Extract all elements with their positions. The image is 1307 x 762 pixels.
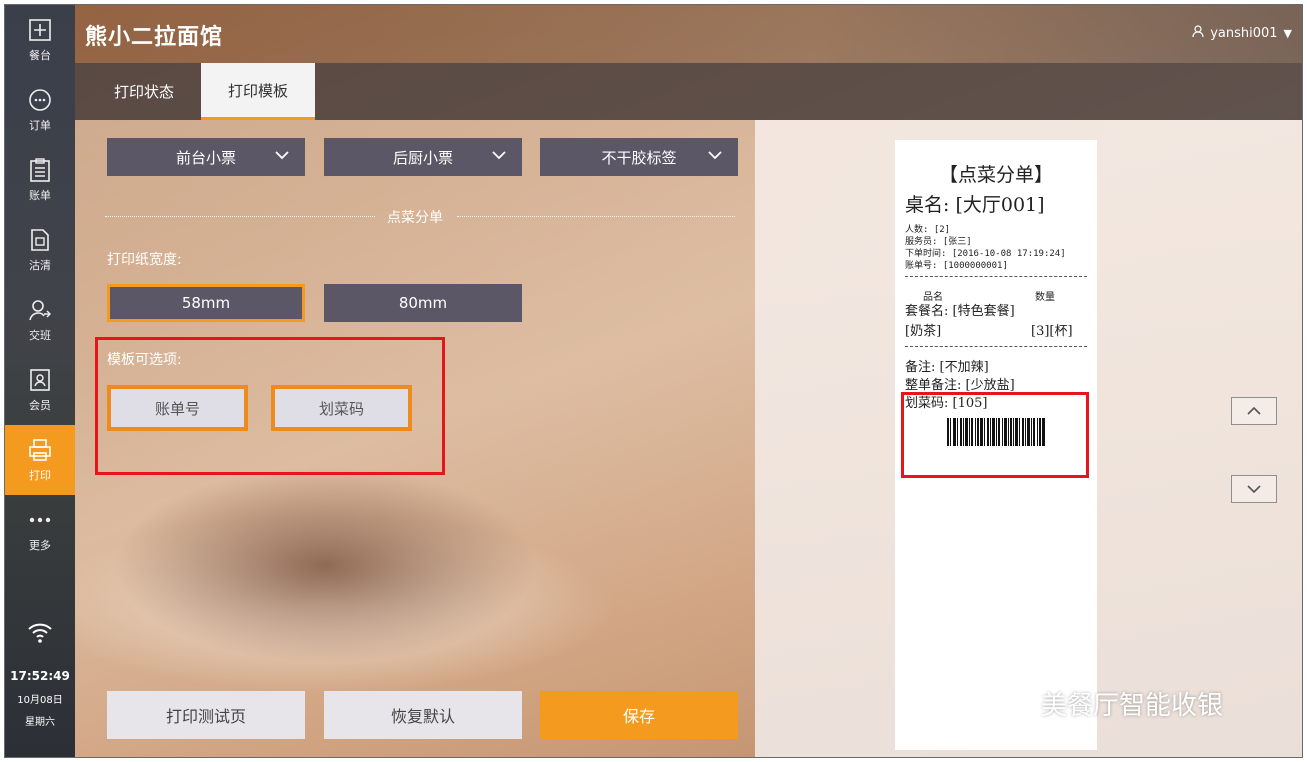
- clock-date: 10月08日: [17, 695, 63, 706]
- member-card-icon: [27, 367, 53, 393]
- wechat-icon: [988, 687, 1031, 719]
- plus-square-icon: [27, 17, 53, 43]
- restore-default-button[interactable]: 恢复默认: [324, 691, 522, 739]
- tab-bar: 打印状态 打印模板: [75, 63, 1302, 120]
- chevron-down-icon: [1247, 485, 1261, 494]
- username: yanshi001: [1210, 26, 1278, 41]
- clock-weekday: 星期六: [25, 717, 55, 728]
- receipt-order-note: 整单备注: [少放盐]: [905, 378, 1015, 393]
- user-icon: [1192, 25, 1204, 42]
- dropdown-kitchen-receipt[interactable]: 后厨小票: [324, 138, 522, 176]
- chevron-down-icon: [708, 151, 722, 160]
- paper-width-label: 打印纸宽度:: [107, 252, 182, 268]
- sidebar-item-label: 会员: [29, 399, 51, 412]
- sidebar-item-label: 餐台: [29, 49, 51, 62]
- paper-58mm-button[interactable]: 58mm: [107, 284, 305, 322]
- top-header: 熊小二拉面馆 yanshi001 ▼: [75, 5, 1302, 63]
- clock-time: 17:52:49: [10, 669, 70, 683]
- sidebar-item-label: 沽清: [29, 259, 51, 272]
- sidebar-item-label: 交班: [29, 329, 51, 342]
- sidebar-item-tables[interactable]: 餐台: [5, 5, 75, 75]
- printer-icon: [27, 437, 53, 463]
- section-divider: 点菜分单: [105, 207, 735, 227]
- wifi-icon: [25, 617, 55, 647]
- section-label: 点菜分单: [387, 210, 443, 226]
- sidebar-item-label: 更多: [29, 539, 51, 552]
- receipt-separator: [905, 346, 1087, 347]
- divider-line: [105, 216, 375, 217]
- app-window: 餐台 订单 账单 沽清 交班 会员 打印 更多 17:52:49 10月08日 …: [4, 4, 1303, 758]
- print-test-page-button[interactable]: 打印测试页: [107, 691, 305, 739]
- chevron-down-icon: [275, 151, 289, 160]
- receipt-set-meal: 套餐名: [特色套餐]: [905, 304, 1015, 319]
- receipt-note: 备注: [不加辣]: [905, 360, 989, 375]
- receipt-item-qty: [3][杯]: [1031, 324, 1073, 339]
- sidebar-item-members[interactable]: 会员: [5, 355, 75, 425]
- paper-80mm-button[interactable]: 80mm: [324, 284, 522, 322]
- receipt-title: 【点菜分单】: [938, 164, 1053, 186]
- scroll-up-button[interactable]: [1231, 397, 1277, 425]
- save-button[interactable]: 保存: [540, 691, 738, 739]
- document-icon: [27, 227, 53, 253]
- receipt-table-name: 桌名: [大厅001]: [905, 194, 1045, 216]
- more-dots-icon: [27, 507, 53, 533]
- receipt-bill-number: 账单号: [1000000001]: [905, 261, 1008, 271]
- sidebar-item-label: 订单: [29, 119, 51, 132]
- user-switch-icon: [27, 297, 53, 323]
- sidebar-item-label: 打印: [29, 469, 51, 482]
- watermark-text: 美餐厅智能收银: [1041, 691, 1224, 721]
- option-dish-code[interactable]: 划菜码: [271, 385, 412, 431]
- divider-line: [457, 216, 735, 217]
- sidebar-item-more[interactable]: 更多: [5, 495, 75, 565]
- chat-bubble-icon: [27, 87, 53, 113]
- chevron-down-icon: [492, 151, 506, 160]
- sidebar-item-orders[interactable]: 订单: [5, 75, 75, 145]
- tab-print-status[interactable]: 打印状态: [87, 63, 201, 120]
- sidebar-item-label: 账单: [29, 189, 51, 202]
- caret-down-icon: ▼: [1283, 27, 1292, 40]
- sidebar-nav: 餐台 订单 账单 沽清 交班 会员 打印 更多 17:52:49 10月08日 …: [5, 5, 75, 757]
- sidebar-item-bills[interactable]: 账单: [5, 145, 75, 215]
- sidebar-item-print[interactable]: 打印: [5, 425, 75, 495]
- dropdown-front-receipt[interactable]: 前台小票: [107, 138, 305, 176]
- sidebar-item-soldout[interactable]: 沽清: [5, 215, 75, 285]
- scroll-down-button[interactable]: [1231, 475, 1277, 503]
- receipt-item-name: [奶茶]: [905, 324, 942, 339]
- clipboard-list-icon: [27, 157, 53, 183]
- tab-print-template[interactable]: 打印模板: [201, 63, 315, 120]
- main-area: 熊小二拉面馆 yanshi001 ▼ 打印状态 打印模板 前台小票 后厨小票 不…: [75, 5, 1302, 757]
- dropdown-label: 后厨小票: [392, 148, 453, 167]
- dropdown-sticker-label[interactable]: 不干胶标签: [540, 138, 738, 176]
- receipt-col-qty: 数量: [1035, 292, 1055, 303]
- watermark: 美餐厅智能收银: [987, 685, 1223, 722]
- option-bill-number[interactable]: 账单号: [107, 385, 248, 431]
- user-menu[interactable]: yanshi001 ▼: [1192, 25, 1292, 42]
- dropdown-label: 前台小票: [175, 148, 236, 167]
- receipt-separator: [905, 276, 1087, 277]
- app-title: 熊小二拉面馆: [85, 24, 224, 50]
- sidebar-item-shift[interactable]: 交班: [5, 285, 75, 355]
- dropdown-label: 不干胶标签: [601, 148, 677, 167]
- highlight-box-dish-code: [901, 392, 1089, 478]
- template-options-label: 模板可选项:: [107, 352, 182, 368]
- chevron-up-icon: [1247, 406, 1261, 415]
